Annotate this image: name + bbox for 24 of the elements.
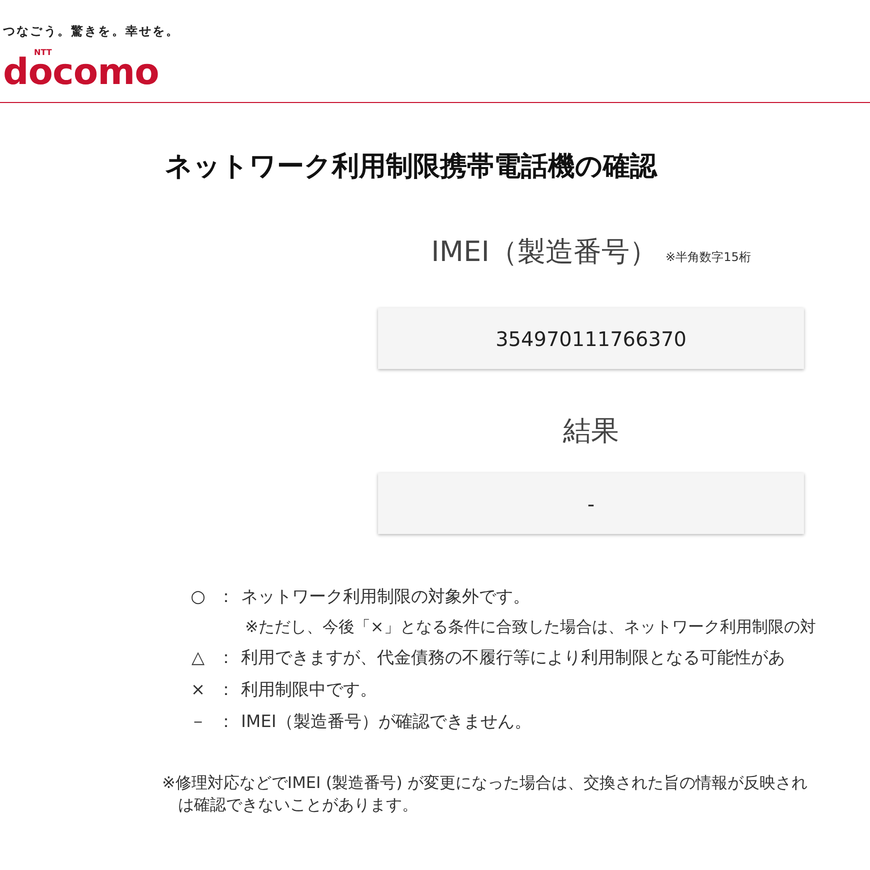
result-label: 結果 — [563, 413, 619, 449]
legend-colon: ： — [216, 679, 236, 702]
imei-label: IMEI（製造番号） — [431, 234, 658, 270]
legend-text: IMEI（製造番号）が確認できません。 — [241, 711, 532, 734]
logo[interactable]: docomo — [3, 57, 159, 89]
imei-field[interactable]: 354970111766370 — [378, 308, 804, 369]
legend-symbol: × — [190, 679, 206, 702]
tagline: つなごう。驚きを。幸せを。 — [3, 23, 180, 40]
legend-colon: ： — [216, 586, 236, 609]
legend-colon: ： — [216, 711, 236, 734]
legend-colon: ： — [216, 647, 236, 670]
logo-ntt-text: NTT — [34, 48, 52, 57]
footnote-text: ※修理対応などでIMEI (製造番号) が変更になった場合は、交換された旨の情報が反映され — [162, 772, 808, 794]
legend-symbol: － — [188, 711, 208, 734]
legend-symbol: ○ — [190, 586, 206, 609]
imei-hint: ※半角数字15桁 — [666, 249, 751, 266]
result-field: - — [378, 473, 804, 534]
legend-text: 利用できますが、代金債務の不履行等により利用制限となる可能性があ — [241, 647, 785, 670]
legend-note: ※ただし、今後「×」となる条件に合致した場合は、ネットワーク利用制限の対 — [245, 616, 816, 638]
page-title: ネットワーク利用制限携帯電話機の確認 — [165, 150, 657, 184]
legend-text: ネットワーク利用制限の対象外です。 — [241, 586, 530, 609]
legend-symbol: △ — [190, 647, 206, 670]
footnote-text: は確認できないことがあります。 — [178, 794, 419, 816]
legend-text: 利用制限中です。 — [241, 679, 377, 702]
